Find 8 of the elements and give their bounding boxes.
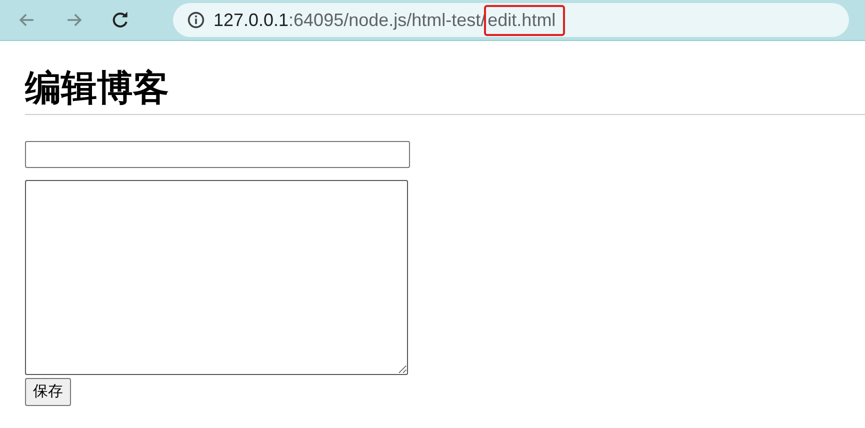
info-icon [187, 11, 206, 29]
highlight-box: edit.html [484, 4, 565, 36]
address-bar[interactable]: 127.0.0.1:64095/node.js/html-test/edit.html [173, 3, 849, 37]
content-field[interactable] [25, 180, 408, 376]
title-field[interactable] [25, 141, 410, 168]
url-text: 127.0.0.1:64095/node.js/html-test/ [213, 8, 486, 32]
page-heading: 编辑博客 [24, 67, 170, 111]
save-button[interactable]: 保存 [25, 378, 71, 406]
